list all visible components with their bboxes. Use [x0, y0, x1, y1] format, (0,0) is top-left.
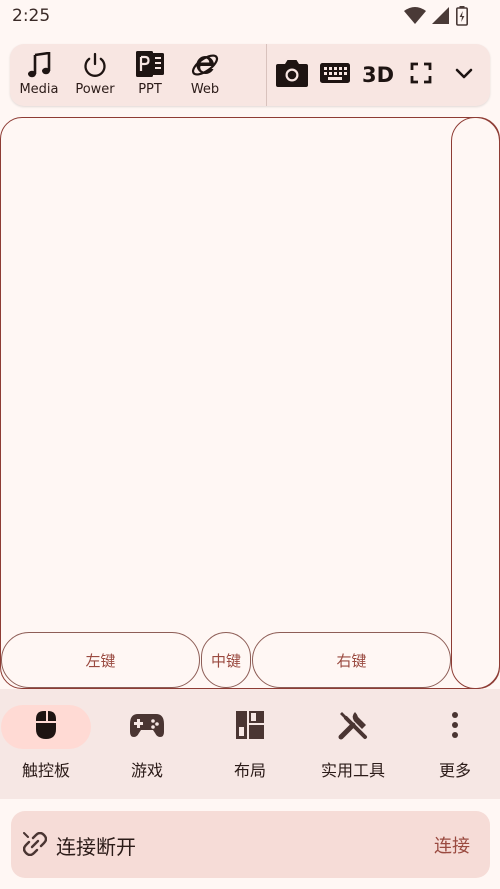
wifi-icon [404, 7, 426, 29]
expand-button[interactable] [451, 57, 477, 93]
left-click-button[interactable]: 左键 [1, 632, 200, 688]
nav-label: 更多 [438, 761, 471, 780]
camera-button[interactable] [274, 57, 310, 93]
nav-label: 游戏 [130, 761, 163, 780]
keyboard-button[interactable] [320, 57, 350, 93]
signal-icon [432, 7, 450, 29]
link-off-icon [22, 831, 48, 860]
nav-label: 触控板 [21, 761, 70, 780]
connection-status: 连接断开 [56, 835, 136, 859]
touchpad-area[interactable] [0, 117, 500, 689]
layout-icon [236, 711, 264, 743]
internet-explorer-icon [190, 44, 220, 78]
fullscreen-button[interactable] [408, 57, 434, 93]
more-vert-icon [451, 711, 459, 743]
connect-button[interactable]: 连接 [434, 832, 470, 858]
middle-click-button[interactable]: 中键 [201, 632, 251, 688]
shortcut-media[interactable]: Media [11, 44, 67, 106]
nav-item-tools[interactable]: 实用工具 [303, 705, 403, 781]
shortcut-label: Media [19, 82, 59, 97]
nav-item-touchpad[interactable]: 触控板 [0, 705, 96, 781]
right-click-button[interactable]: 右键 [252, 632, 451, 688]
mouse-icon [35, 710, 57, 744]
bottom-nav: 触控板 游戏 布局 实用工具 更多 [0, 689, 500, 799]
shortcut-label: Web [190, 82, 220, 97]
battery-icon [456, 6, 468, 30]
nav-item-games[interactable]: 游戏 [97, 705, 197, 781]
nav-item-more[interactable]: 更多 [405, 705, 500, 781]
power-icon [82, 44, 108, 78]
status-time: 2:25 [12, 6, 51, 26]
nav-item-layout[interactable]: 布局 [200, 705, 300, 781]
chevron-down-icon [454, 66, 474, 85]
fullscreen-icon [410, 62, 432, 88]
shortcut-web[interactable]: Web [177, 44, 233, 106]
shortcut-power[interactable]: Power [67, 44, 123, 106]
gamepad-icon [129, 712, 165, 742]
shortcut-label: PPT [138, 82, 162, 97]
connection-bar: 连接断开 连接 [11, 811, 490, 878]
powerpoint-icon [135, 44, 165, 78]
scroll-strip[interactable] [451, 117, 500, 689]
music-note-icon [27, 44, 51, 78]
keyboard-icon [320, 62, 350, 88]
3d-button[interactable]: 3D [360, 57, 396, 93]
nav-label: 实用工具 [320, 761, 385, 780]
camera-icon [275, 58, 309, 92]
status-bar: 2:25 [0, 0, 500, 34]
shortcut-label: Power [75, 82, 115, 97]
toolbar-divider [266, 44, 267, 106]
nav-label: 布局 [233, 761, 266, 780]
top-toolbar: Media Power PPT Web 3D [10, 44, 490, 106]
shortcut-ppt[interactable]: PPT [122, 44, 178, 106]
tools-icon [337, 709, 369, 745]
